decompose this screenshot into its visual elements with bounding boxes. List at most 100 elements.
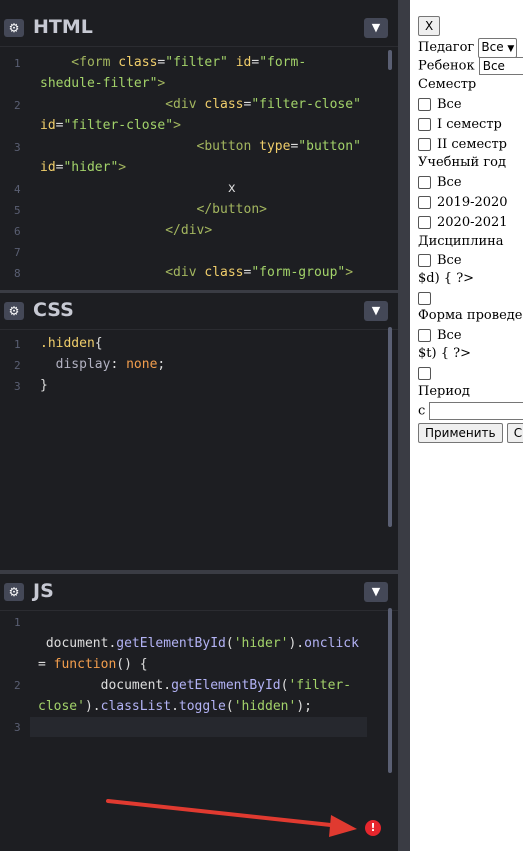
checkbox-label: II семестр — [437, 137, 507, 152]
line-number: 1 — [14, 338, 21, 351]
line-number: 3 — [14, 380, 21, 393]
code-token: ); — [296, 699, 312, 714]
gear-icon[interactable]: ⚙ — [4, 19, 24, 37]
line-number: 2 — [14, 359, 21, 372]
checkbox-label: Все — [437, 175, 462, 190]
code-token: ( — [225, 699, 234, 714]
code-line: id="hider"> — [40, 157, 361, 178]
checkbox[interactable] — [418, 367, 431, 380]
code-token: 'hider' — [233, 636, 289, 651]
preview-pane: X Педагог Все ▼ Ребенок Все Семестр Все … — [410, 10, 523, 851]
code-token: <button — [40, 139, 260, 154]
code-line: document.getElementById('filter- — [38, 675, 359, 696]
teacher-select-value: Все — [481, 40, 504, 54]
checkbox[interactable] — [418, 254, 431, 267]
code-token: none — [126, 357, 158, 372]
child-input[interactable]: Все — [478, 57, 523, 75]
gear-icon[interactable]: ⚙ — [4, 583, 24, 601]
code-line: close').classList.toggle('hidden'); — [38, 696, 359, 717]
code-token: : — [110, 357, 127, 372]
error-icon[interactable]: ! — [365, 820, 381, 836]
reset-button[interactable]: С — [506, 423, 523, 443]
html-panel: ⚙ HTML ▼ 1 2 3 4 5 6 7 8 <form class = "fi… — [0, 10, 398, 290]
chevron-down-icon[interactable]: ▼ — [364, 301, 388, 321]
code-token: <form — [40, 55, 119, 70]
line-number: 6 — [14, 225, 21, 238]
css-code[interactable]: .hidden{ display: none;} — [40, 333, 165, 396]
teacher-select[interactable]: Все ▼ — [478, 38, 518, 58]
code-token: = — [251, 55, 260, 70]
code-token: function — [53, 657, 117, 672]
code-line: } — [40, 375, 165, 396]
chevron-down-icon: ▼ — [507, 44, 515, 54]
code-line: id="filter-close"> — [40, 115, 361, 136]
line-number: 1 — [14, 616, 21, 629]
code-token: . — [171, 699, 179, 714]
code-token: ( — [225, 636, 234, 651]
code-token: document — [38, 636, 109, 651]
chevron-down-icon[interactable]: ▼ — [364, 18, 388, 38]
close-button[interactable]: X — [418, 16, 441, 36]
code-token: id — [227, 55, 252, 70]
code-token: "form- — [259, 55, 307, 70]
code-token: > — [157, 76, 166, 91]
checkbox[interactable] — [418, 176, 431, 189]
checkbox[interactable] — [418, 98, 431, 111]
code-line: display: none; — [40, 354, 166, 375]
line-number: 2 — [14, 679, 21, 692]
teacher-label: Педагог — [418, 40, 475, 55]
scrollbar[interactable] — [388, 327, 392, 527]
code-token: class — [204, 265, 244, 280]
chevron-down-icon[interactable]: ▼ — [364, 582, 388, 602]
code-token: </div> — [40, 223, 213, 238]
code-line: document.getElementById('hider').onclick — [38, 633, 359, 654]
code-token: > — [345, 265, 354, 280]
discipline-heading: Дисциплина — [418, 234, 504, 249]
code-token: 'hidden' — [233, 699, 297, 714]
child-label: Ребенок — [418, 58, 475, 74]
code-token: class — [118, 55, 158, 70]
code-token: "filter-close" — [251, 97, 361, 112]
stray-php-text: $d) { ?> — [418, 271, 475, 286]
split-divider[interactable] — [398, 0, 410, 851]
active-line-highlight — [30, 717, 367, 737]
html-code[interactable]: <form class="filter" id="form-shedule-fi… — [40, 52, 361, 283]
code-line: <button type="button" — [40, 136, 361, 157]
panel-title: HTML — [33, 16, 93, 38]
line-number: 8 — [14, 267, 21, 280]
code-line: </div> — [40, 220, 361, 241]
code-line: <div class="form-group"> — [40, 262, 361, 283]
line-number: 2 — [14, 99, 21, 112]
code-token: toggle — [178, 699, 226, 714]
code-token: </button> — [40, 202, 267, 217]
html-panel-header: ⚙ HTML ▼ — [0, 10, 398, 47]
line-number: 1 — [14, 57, 21, 70]
code-token: "form-group" — [251, 265, 346, 280]
js-panel-header: ⚙ JS ▼ — [0, 574, 398, 611]
code-line: = function() { — [38, 654, 359, 675]
code-token: ). — [288, 636, 305, 651]
checkbox-label: Все — [437, 328, 462, 343]
editor-column: ⚙ HTML ▼ 1 2 3 4 5 6 7 8 <form class = "fi… — [0, 0, 398, 851]
checkbox[interactable] — [418, 216, 431, 229]
code-token: getElementById — [116, 636, 226, 651]
period-from-label: с — [418, 403, 426, 419]
checkbox[interactable] — [418, 118, 431, 131]
scrollbar[interactable] — [388, 608, 392, 773]
checkbox[interactable] — [418, 292, 431, 305]
css-panel-header: ⚙ CSS ▼ — [0, 293, 398, 330]
code-line: x — [40, 178, 361, 199]
panel-title: CSS — [33, 299, 74, 321]
apply-button[interactable]: Применить — [418, 423, 503, 443]
scrollbar[interactable] — [388, 50, 392, 70]
checkbox[interactable] — [418, 138, 431, 151]
checkbox-label: I семестр — [437, 117, 502, 132]
checkbox[interactable] — [418, 196, 431, 209]
checkbox[interactable] — [418, 329, 431, 342]
js-code[interactable]: document.getElementById('hider').onclick… — [38, 612, 359, 717]
code-token: "filter-close" — [63, 118, 174, 133]
period-from-input[interactable] — [429, 402, 523, 420]
gear-icon[interactable]: ⚙ — [4, 302, 24, 320]
code-token: id — [40, 118, 56, 133]
